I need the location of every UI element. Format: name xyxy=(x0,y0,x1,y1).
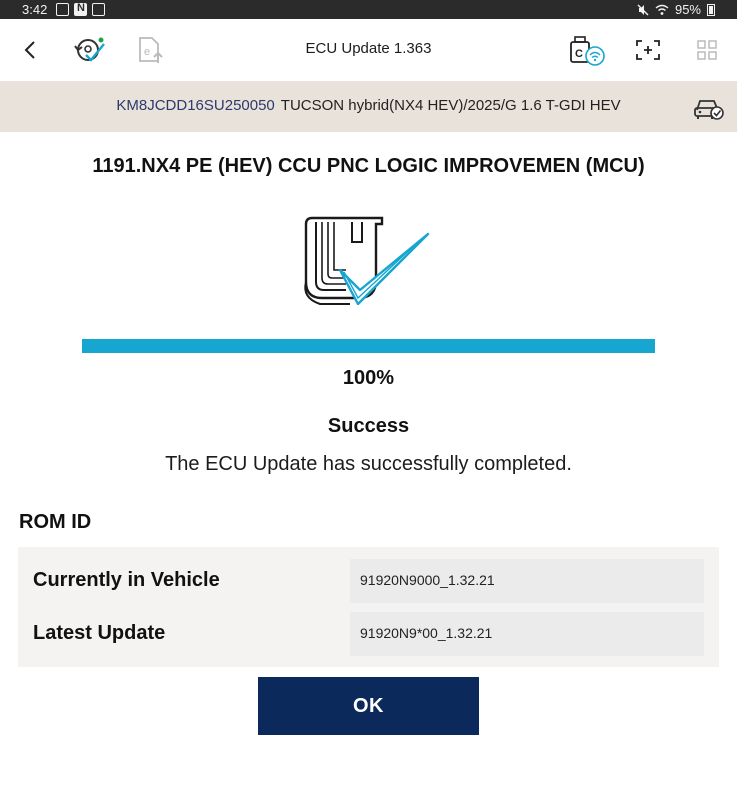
battery-percent: 95% xyxy=(674,2,701,17)
car-check-icon xyxy=(694,100,724,120)
update-message: The ECU Update has successfully complete… xyxy=(165,453,572,475)
update-status: Success xyxy=(327,415,410,437)
notification-icons xyxy=(56,2,105,16)
page-title: ECU Update 1.363 xyxy=(305,40,432,57)
vci-connection-button[interactable]: C xyxy=(565,19,607,81)
wifi-icon xyxy=(655,4,669,15)
vehicle-vin: KM8JCDD16SU250050 xyxy=(116,97,275,114)
battery-icon xyxy=(707,3,715,16)
status-right: 95% xyxy=(637,2,715,17)
rom-value-current: 91920N9000_1.32.21 xyxy=(350,559,704,603)
rom-label-latest: Latest Update xyxy=(33,622,166,644)
rom-row-latest: Latest Update 91920N9*00_1.32.21 xyxy=(18,612,719,656)
update-title: 1191.NX4 PE (HEV) CCU PNC LOGIC IMPROVEM… xyxy=(92,155,645,177)
rom-value-latest: 91920N9*00_1.32.21 xyxy=(350,612,704,656)
update-progress-bar xyxy=(82,339,655,353)
progress-percent: 100% xyxy=(342,367,395,389)
capture-button[interactable] xyxy=(630,19,666,81)
vci-wifi-icon: C xyxy=(570,36,605,66)
vehicle-info-bar: KM8JCDD16SU250050 TUCSON hybrid(NX4 HEV)/… xyxy=(0,81,737,132)
grid-menu-button[interactable] xyxy=(690,19,724,81)
ecu-update-success-icon xyxy=(304,216,430,306)
app-notification-icon xyxy=(92,3,105,16)
rom-id-table: Currently in Vehicle 91920N9000_1.32.21 … xyxy=(18,547,719,667)
mute-icon xyxy=(637,4,649,15)
vehicle-text: KM8JCDD16SU250050 TUCSON hybrid(NX4 HEV)/… xyxy=(0,97,737,114)
image-notification-icon xyxy=(56,3,69,16)
vehicle-description: TUCSON hybrid(NX4 HEV)/2025/G 1.6 T-GDI … xyxy=(280,97,621,114)
vehicle-check-button[interactable] xyxy=(693,92,725,127)
screen-capture-icon xyxy=(636,40,660,60)
status-bar: 3:42 95% xyxy=(0,0,737,19)
calendar-notification-icon xyxy=(74,2,87,16)
rom-row-current: Currently in Vehicle 91920N9000_1.32.21 xyxy=(18,559,719,603)
app-bar: e ECU Update 1.363 C xyxy=(0,19,737,81)
status-time: 3:42 xyxy=(22,2,48,17)
grid-icon xyxy=(697,40,717,60)
ok-button[interactable]: OK xyxy=(258,677,479,735)
svg-text:C: C xyxy=(575,48,583,60)
rom-id-heading: ROM ID xyxy=(19,511,92,533)
progress-fill xyxy=(82,339,655,353)
rom-label-current: Currently in Vehicle xyxy=(33,569,220,591)
